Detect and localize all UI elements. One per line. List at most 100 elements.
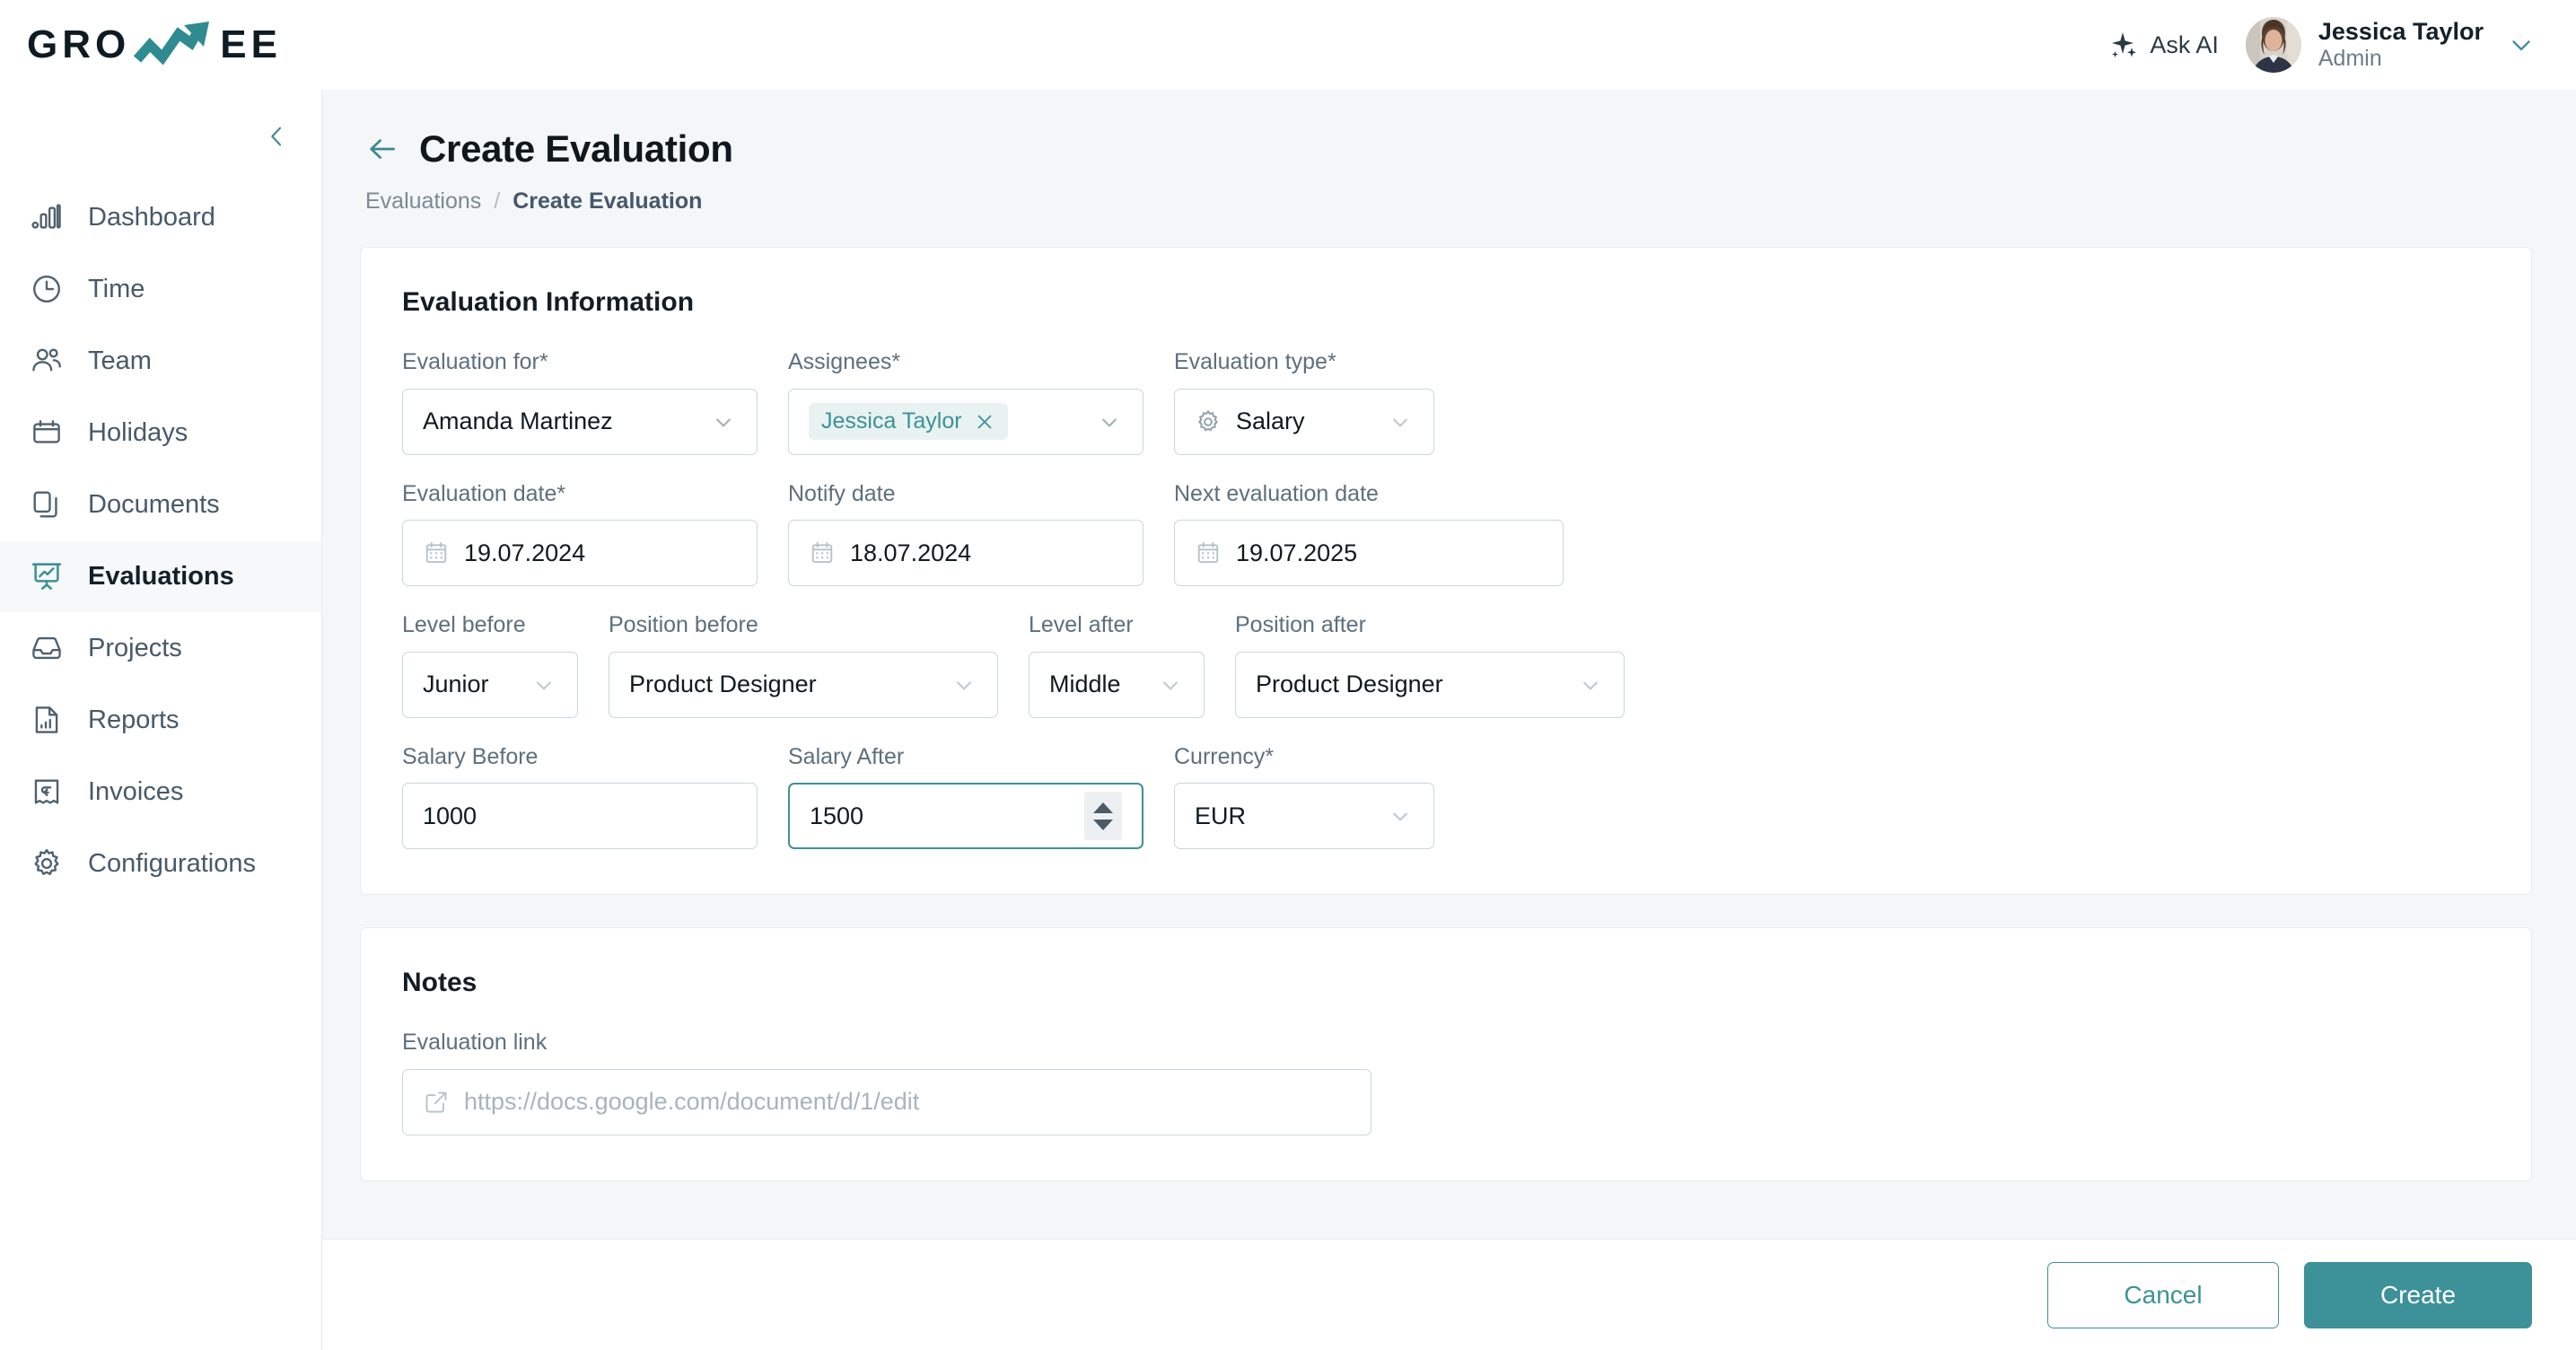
stepper-down-icon[interactable] bbox=[1093, 819, 1113, 830]
assignees-multiselect[interactable]: Jessica Taylor bbox=[788, 388, 1143, 455]
level-after-select[interactable]: Middle bbox=[1029, 651, 1205, 718]
sidebar-collapse-row bbox=[0, 104, 321, 169]
invoice-icon bbox=[34, 779, 59, 804]
sidebar-item-reports[interactable]: Reports bbox=[0, 684, 321, 756]
user-menu[interactable]: Jessica Taylor Admin bbox=[2245, 17, 2537, 73]
evaluation-type-select[interactable]: Salary bbox=[1174, 388, 1434, 455]
next-evaluation-date-input[interactable]: 19.07.2025 bbox=[1174, 520, 1564, 586]
label-position-after: Position after bbox=[1235, 612, 1366, 637]
sidebar-item-configurations[interactable]: Configurations bbox=[0, 828, 321, 899]
calendar-icon bbox=[811, 541, 833, 563]
evaluation-date-value: 19.07.2024 bbox=[464, 539, 586, 566]
field-evaluation-for: Evaluation for* Amanda Martinez bbox=[402, 349, 758, 455]
sidebar-item-evaluations[interactable]: Evaluations bbox=[0, 540, 321, 612]
assignee-chip[interactable]: Jessica Taylor bbox=[809, 403, 1008, 440]
label-evaluation-link: Evaluation link bbox=[402, 1030, 548, 1055]
documents-icon bbox=[33, 491, 57, 518]
sidebar-item-documents[interactable]: Documents bbox=[0, 469, 321, 540]
bar-chart-icon bbox=[31, 204, 61, 229]
sidebar-collapse-button[interactable] bbox=[258, 118, 294, 154]
avatar-photo bbox=[2245, 17, 2301, 73]
assignee-chip-label: Jessica Taylor bbox=[821, 408, 962, 434]
label-evaluation-type: Evaluation type* bbox=[1174, 349, 1336, 374]
section-title-evaluation-information: Evaluation Information bbox=[402, 287, 695, 317]
sparkle-icon bbox=[2112, 32, 2137, 57]
field-position-before: Position before Product Designer bbox=[609, 612, 998, 718]
evaluation-link-input[interactable]: https://docs.google.com/document/d/1/edi… bbox=[402, 1068, 1371, 1135]
chevron-down-icon bbox=[1393, 812, 1407, 821]
field-evaluation-date: Evaluation date* 19.07.2024 bbox=[402, 481, 758, 586]
ask-ai-label: Ask AI bbox=[2150, 31, 2219, 58]
sidebar-nav: Dashboard Time Team Holidays Documents E… bbox=[0, 181, 321, 899]
gear-icon bbox=[1198, 409, 1218, 431]
app-logo[interactable]: GRO EE bbox=[27, 20, 282, 70]
field-next-evaluation-date: Next evaluation date 19.07.2025 bbox=[1174, 481, 1564, 586]
sidebar-item-dashboard[interactable]: Dashboard bbox=[0, 181, 321, 253]
notify-date-input[interactable]: 18.07.2024 bbox=[788, 520, 1143, 586]
calendar-icon bbox=[33, 420, 60, 443]
salary-before-input[interactable]: 1000 bbox=[402, 783, 758, 849]
position-after-value: Product Designer bbox=[1256, 671, 1443, 697]
evaluation-date-input[interactable]: 19.07.2024 bbox=[402, 520, 758, 586]
create-button[interactable]: Create bbox=[2304, 1261, 2532, 1328]
label-assignees: Assignees* bbox=[788, 349, 901, 374]
user-name: Jessica Taylor bbox=[2318, 18, 2484, 46]
logo-text-right: EE bbox=[220, 22, 282, 66]
position-before-select[interactable]: Product Designer bbox=[609, 651, 998, 718]
notes-card: Notes Evaluation link https://docs.googl… bbox=[360, 927, 2532, 1181]
ask-ai-button[interactable]: Ask AI bbox=[2107, 30, 2219, 60]
sidebar-label: Projects bbox=[88, 633, 182, 662]
section-title-notes: Notes bbox=[402, 968, 478, 997]
external-link-icon bbox=[425, 1091, 447, 1112]
calendar-icon bbox=[425, 541, 447, 563]
title-row: Create Evaluation bbox=[365, 127, 2532, 171]
sidebar-item-team[interactable]: Team bbox=[0, 325, 321, 397]
breadcrumb-parent[interactable]: Evaluations bbox=[365, 188, 481, 215]
inbox-icon bbox=[32, 636, 61, 660]
user-meta: Jessica Taylor Admin bbox=[2318, 18, 2484, 71]
level-before-value: Junior bbox=[423, 671, 489, 697]
position-after-select[interactable]: Product Designer bbox=[1235, 651, 1625, 718]
evaluation-for-select[interactable]: Amanda Martinez bbox=[402, 388, 758, 455]
sidebar-label: Invoices bbox=[88, 776, 184, 806]
sidebar-label: Documents bbox=[88, 489, 220, 519]
gear-icon bbox=[34, 848, 59, 875]
close-icon[interactable] bbox=[974, 411, 995, 433]
evaluation-link-placeholder: https://docs.google.com/document/d/1/edi… bbox=[464, 1088, 920, 1115]
calendar-icon bbox=[1197, 541, 1219, 563]
breadcrumb-current: Create Evaluation bbox=[513, 188, 703, 214]
cancel-button[interactable]: Cancel bbox=[2047, 1261, 2279, 1328]
chevron-left-icon bbox=[271, 127, 282, 146]
chevron-down-icon bbox=[957, 681, 971, 689]
field-level-after: Level after Middle bbox=[1029, 612, 1205, 718]
chevron-down-icon bbox=[1393, 418, 1407, 426]
evaluation-information-card: Evaluation Information Evaluation for* A… bbox=[360, 247, 2532, 895]
breadcrumb-separator: / bbox=[494, 188, 501, 214]
top-bar: GRO EE Ask AI Jessica Taylor Admin bbox=[0, 0, 2576, 90]
salary-after-input[interactable]: 1500 bbox=[788, 783, 1143, 849]
field-salary-before: Salary Before 1000 bbox=[402, 744, 758, 849]
level-before-select[interactable]: Junior bbox=[402, 651, 578, 718]
field-position-after: Position after Product Designer bbox=[1235, 612, 1625, 718]
currency-select[interactable]: EUR bbox=[1174, 783, 1434, 849]
quantity-stepper[interactable] bbox=[1084, 792, 1122, 840]
page-header: Create Evaluation Evaluations / Create E… bbox=[360, 127, 2532, 215]
report-file-icon bbox=[35, 706, 58, 733]
sidebar-item-holidays[interactable]: Holidays bbox=[0, 397, 321, 469]
sidebar-item-invoices[interactable]: Invoices bbox=[0, 756, 321, 828]
chevron-down-icon bbox=[1102, 418, 1117, 426]
sidebar-item-time[interactable]: Time bbox=[0, 253, 321, 325]
sidebar-label: Reports bbox=[88, 705, 180, 734]
sidebar-item-projects[interactable]: Projects bbox=[0, 612, 321, 684]
stepper-up-icon[interactable] bbox=[1093, 802, 1113, 813]
chevron-down-icon[interactable] bbox=[2506, 30, 2537, 60]
evaluation-for-value: Amanda Martinez bbox=[423, 408, 613, 434]
field-assignees: Assignees* Jessica Taylor bbox=[788, 349, 1143, 455]
label-evaluation-for: Evaluation for* bbox=[402, 349, 548, 374]
currency-value: EUR bbox=[1195, 802, 1247, 829]
back-arrow-icon[interactable] bbox=[365, 132, 399, 166]
form-actions-bar: Cancel Create bbox=[322, 1239, 2576, 1350]
chevron-down-icon bbox=[1583, 681, 1598, 689]
level-after-value: Middle bbox=[1049, 671, 1121, 697]
field-level-before: Level before Junior bbox=[402, 612, 578, 718]
